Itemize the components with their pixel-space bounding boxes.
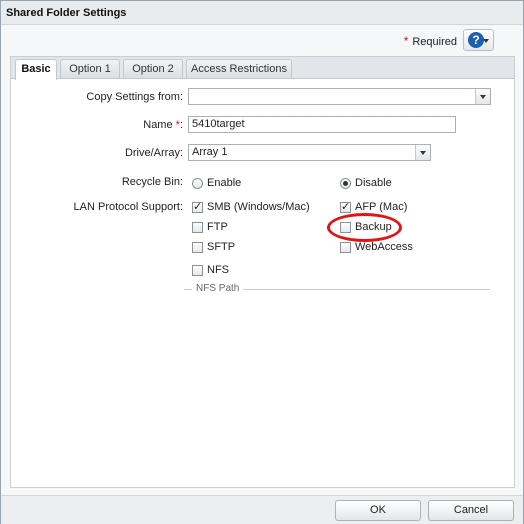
recycle-bin-label: Recycle Bin:: [121, 176, 183, 188]
tab-strip: Basic Option 1 Option 2 Access Restricti…: [11, 57, 514, 80]
tab-option-2[interactable]: Option 2: [123, 59, 183, 78]
smb-checkbox[interactable]: [192, 200, 203, 213]
smb-label[interactable]: SMB (Windows/Mac): [207, 200, 310, 214]
tab-option-1[interactable]: Option 1: [60, 59, 120, 78]
shared-folder-settings-dialog: Shared Folder Settings * Required ? Basic…: [0, 0, 524, 524]
drive-array-value: Array 1: [192, 146, 228, 158]
afp-checkbox[interactable]: [340, 200, 351, 213]
recycle-bin-enable-label[interactable]: Enable: [207, 176, 241, 190]
ftp-label[interactable]: FTP: [207, 220, 228, 234]
chevron-down-icon: [483, 39, 489, 43]
copy-settings-label: Copy Settings from:: [86, 91, 183, 103]
recycle-bin-enable-radio[interactable]: [192, 178, 203, 189]
required-star: *: [403, 34, 409, 48]
name-input[interactable]: 5410target: [188, 116, 456, 133]
required-legend: * Required: [404, 32, 457, 50]
nfs-path-legend: NFS Path: [192, 283, 244, 295]
recycle-bin-disable-label[interactable]: Disable: [355, 176, 392, 190]
chevron-down-icon[interactable]: [415, 145, 430, 160]
cancel-button[interactable]: Cancel: [428, 500, 514, 521]
name-label: Name *:: [61, 117, 183, 133]
nfs-label[interactable]: NFS: [207, 263, 229, 277]
dialog-footer: OK Cancel: [1, 495, 523, 524]
nfs-checkbox[interactable]: [192, 265, 203, 276]
tab-access-restrictions[interactable]: Access Restrictions: [186, 59, 292, 78]
help-button[interactable]: ?: [463, 29, 494, 51]
chevron-down-icon[interactable]: [475, 89, 490, 104]
webaccess-label[interactable]: WebAccess: [355, 240, 413, 254]
copy-settings-select[interactable]: [188, 88, 491, 105]
name-label-colon: :: [179, 119, 183, 131]
afp-label[interactable]: AFP (Mac): [355, 200, 407, 214]
drive-array-select[interactable]: Array 1: [188, 144, 431, 161]
webaccess-checkbox[interactable]: [340, 242, 351, 253]
drive-array-label: Drive/Array:: [124, 147, 183, 159]
sftp-label[interactable]: SFTP: [207, 240, 235, 254]
dialog-title: Shared Folder Settings: [1, 1, 523, 25]
question-icon: ?: [468, 32, 484, 48]
ok-button[interactable]: OK: [335, 500, 421, 521]
recycle-bin-disable-radio[interactable]: [340, 178, 351, 189]
sftp-checkbox[interactable]: [192, 242, 203, 253]
tab-basic[interactable]: Basic: [15, 59, 57, 80]
ftp-checkbox[interactable]: [192, 222, 203, 233]
required-label: Required: [412, 36, 457, 48]
lan-protocol-label: LAN Protocol Support:: [73, 201, 183, 213]
highlight-ring: [327, 213, 402, 242]
name-label-text: Name: [143, 119, 173, 131]
